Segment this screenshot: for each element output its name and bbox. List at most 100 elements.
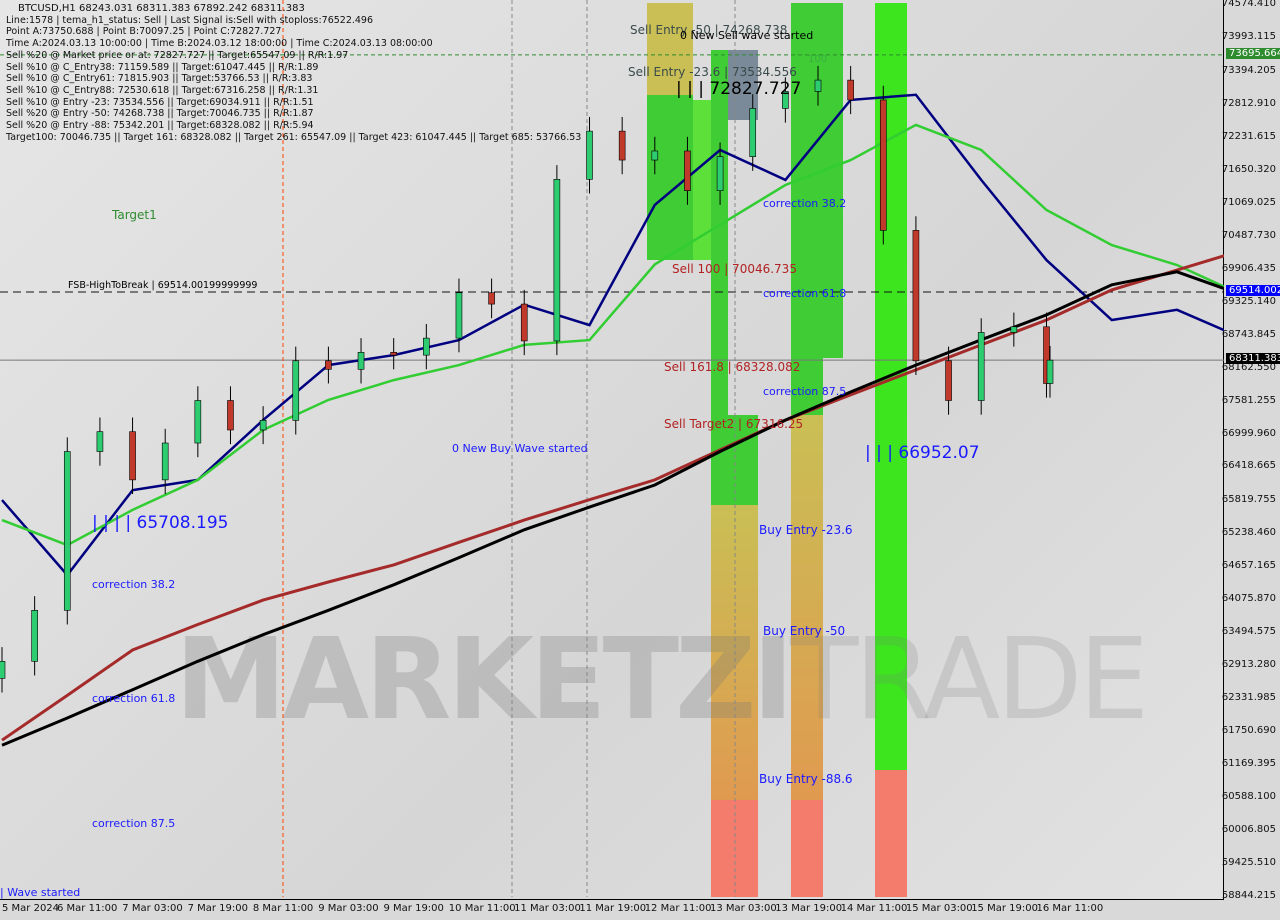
- annotation: correction 61.8: [763, 287, 847, 300]
- info-line: Sell %10 @ C_Entry88: 72530.618 || Targe…: [6, 84, 319, 96]
- annotation: Sell Target2 | 67316.25: [664, 417, 804, 431]
- price-tick-label: 71650.320: [1221, 163, 1276, 175]
- info-panel: BTCUSD,H1 68243.031 68311.383 67892.242 …: [6, 3, 581, 143]
- time-tick-label: 12 Mar 11:00: [644, 903, 712, 914]
- time-tick-label: 8 Mar 11:00: [252, 903, 314, 914]
- price-tick-label: 71069.025: [1221, 196, 1276, 208]
- candle-body: [814, 79, 822, 92]
- candle-body: [1010, 326, 1018, 333]
- info-line: Sell %20 @ Entry -50: 74268.738 || Targe…: [6, 108, 314, 120]
- candle-body: [423, 337, 430, 356]
- candle-body: [945, 360, 952, 401]
- time-tick-label: 6 Mar 11:00: [57, 903, 118, 914]
- price-tick-label: 68743.845: [1221, 328, 1276, 340]
- candle-body: [618, 130, 626, 161]
- candle-body: [292, 360, 300, 421]
- symbol-line: BTCUSD,H1 68243.031 68311.383 67892.242 …: [18, 3, 305, 14]
- time-tick-label: 15 Mar 03:00: [905, 903, 973, 914]
- time-tick-label: 9 Mar 03:00: [318, 903, 379, 914]
- candle-body: [63, 451, 71, 611]
- annotation: correction 61.8: [92, 692, 176, 705]
- annotation: Sell 100 | 70046.735: [672, 262, 797, 276]
- candle-body: [390, 351, 397, 356]
- price-tick-label: 64075.870: [1221, 593, 1276, 605]
- price-tick-label: 67581.255: [1221, 394, 1276, 406]
- candle-body: [488, 292, 495, 305]
- candle-body: [259, 420, 267, 431]
- candle-body: [977, 332, 985, 401]
- info-line: Point A:73750.688 | Point B:70097.25 | P…: [6, 26, 282, 38]
- candle-body: [325, 360, 332, 370]
- annotation: Buy Entry -50: [763, 624, 846, 638]
- annotation: FSB-HighToBreak | 69514.00199999999: [68, 280, 258, 291]
- info-line: Sell %10 @ Entry -23: 73534.556 || Targe…: [6, 96, 314, 108]
- candle-body: [586, 130, 593, 180]
- candle-body: [749, 108, 757, 157]
- annotation: correction 38.2: [92, 578, 176, 591]
- price-tick-label: 65238.460: [1221, 527, 1276, 539]
- price-tick-label: 60588.100: [1221, 791, 1276, 803]
- annotation: | | | 66952.07: [865, 443, 980, 463]
- price-tick-label: 73993.115: [1221, 30, 1276, 42]
- price-tag: 69514.002: [1226, 284, 1280, 296]
- time-tick-label: 11 Mar 19:00: [579, 903, 647, 914]
- time-tick-label: 7 Mar 03:00: [122, 903, 183, 914]
- annotation: correction 87.5: [763, 385, 847, 398]
- annotation: 100: [808, 54, 828, 65]
- price-tick-label: 72231.615: [1221, 130, 1276, 142]
- price-tick-label: 66418.665: [1221, 460, 1276, 472]
- price-tick-label: 66999.960: [1221, 427, 1276, 439]
- candle-body: [31, 610, 38, 662]
- candle-body: [912, 230, 920, 362]
- candle-body: [1046, 359, 1054, 384]
- price-tick-label: 74574.410: [1221, 0, 1276, 9]
- time-tick-label: 7 Mar 19:00: [187, 903, 248, 914]
- annotation: correction 38.2: [763, 197, 847, 210]
- candle-body: [227, 400, 234, 431]
- price-tag: 68311.383: [1226, 353, 1280, 365]
- price-tick-label: 61750.690: [1221, 725, 1276, 737]
- info-line: Line:1578 | tema_h1_status: Sell | Last …: [6, 14, 374, 26]
- time-tick-label: 13 Mar 19:00: [775, 903, 843, 914]
- chart-window: MARKETZITRADE BTCUSD,H1 68243.031 68311.…: [0, 0, 1280, 920]
- price-tick-label: 70487.730: [1221, 229, 1276, 241]
- candle-body: [161, 442, 169, 481]
- time-tick-label: 5 Mar 2024: [2, 903, 60, 914]
- candle-body: [194, 400, 202, 444]
- annotation: 0 New Buy Wave started: [452, 442, 588, 455]
- annotation: Sell 161.8 | 68328.082: [664, 360, 801, 374]
- price-tick-label: 69325.140: [1221, 295, 1276, 307]
- candle-body: [847, 79, 854, 101]
- price-tick-label: 58844.215: [1221, 890, 1276, 901]
- price-tick-label: 60006.805: [1221, 824, 1276, 836]
- candle-body: [96, 431, 104, 452]
- time-tick-label: 16 Mar 11:00: [1036, 903, 1104, 914]
- price-tick-label: 59425.510: [1221, 857, 1276, 869]
- price-tag: 73695.664: [1226, 47, 1280, 59]
- price-tick-label: 62331.985: [1221, 692, 1276, 704]
- annotation: Sell Entry -23.6 | 73534.556: [628, 65, 797, 79]
- annotation: Buy Entry -23.6: [759, 523, 853, 537]
- info-line: Sell %10 @ C_Entry61: 71815.903 || Targe…: [6, 73, 313, 85]
- time-tick-label: 14 Mar 11:00: [840, 903, 908, 914]
- candle-body: [0, 661, 6, 679]
- annotation: | | | | 65708.195: [92, 513, 229, 533]
- candle-body: [553, 179, 561, 342]
- annotation: Buy Entry -88.6: [759, 772, 853, 786]
- candle-body: [357, 351, 365, 370]
- annotation: | | | 72827.727: [676, 79, 802, 99]
- price-tick-label: 64657.165: [1221, 560, 1276, 572]
- annotation: | Wave started: [0, 886, 81, 899]
- ma-slow-line: [1, 270, 1224, 747]
- annotation: Target1: [112, 208, 157, 222]
- info-line: Sell %20 @ Entry -88: 75342.201 || Targe…: [6, 120, 314, 132]
- info-line: Sell %20 @ Market price or at: 72827.727…: [6, 49, 349, 61]
- info-line: Target100: 70046.735 || Target 161: 6832…: [6, 131, 582, 143]
- price-tick-label: 73394.205: [1221, 64, 1276, 76]
- candle-body: [651, 150, 659, 161]
- candle-body: [520, 303, 528, 342]
- annotation: 0 New Sell wave started: [680, 29, 814, 42]
- price-tick-label: 62913.280: [1221, 659, 1276, 671]
- ma-fast-line: [1, 93, 1224, 578]
- price-tick-label: 61169.395: [1221, 758, 1276, 770]
